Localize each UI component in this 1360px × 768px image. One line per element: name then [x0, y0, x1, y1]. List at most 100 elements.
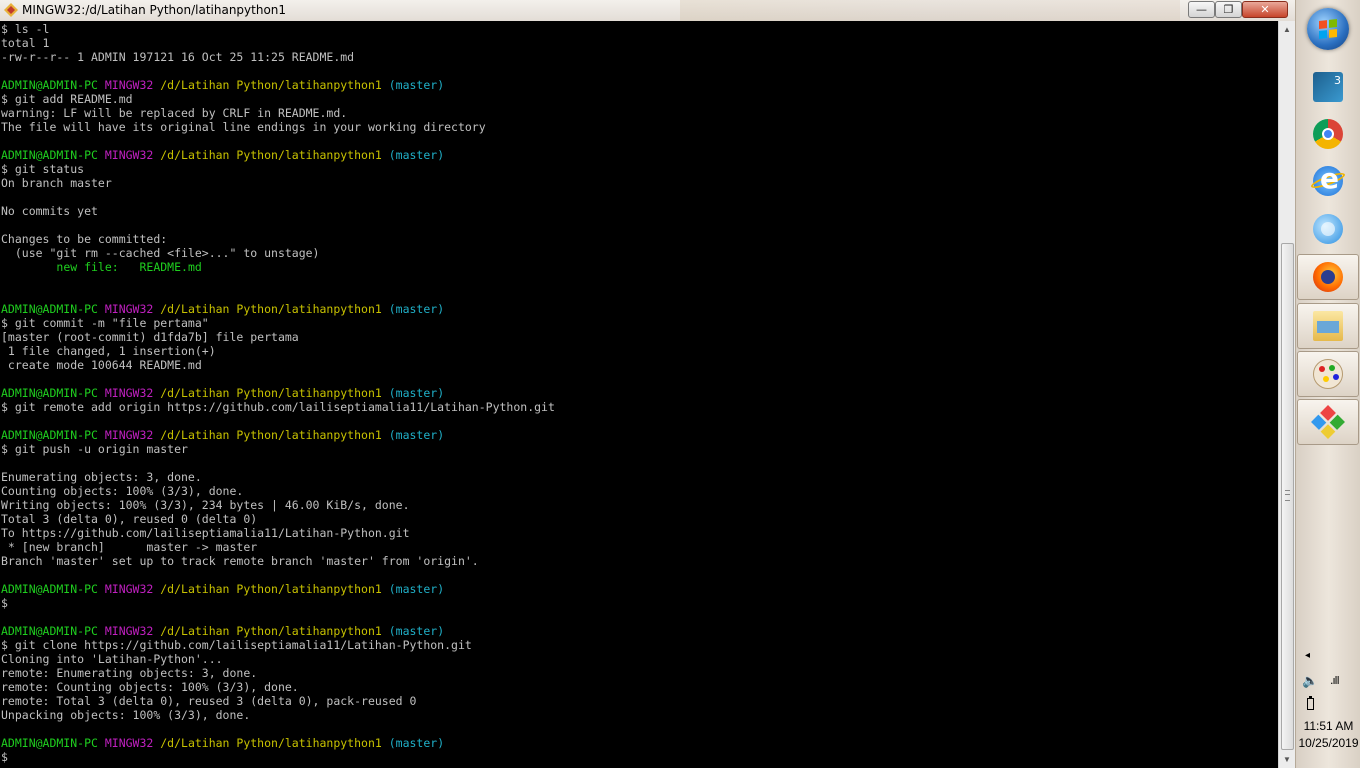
terminal-path-text: /d/Latihan Python/latihanpython1 — [160, 428, 389, 442]
terminal-text: Writing objects: 100% (3/3), 234 bytes |… — [1, 498, 410, 512]
terminal-text: $ git clone https://github.com/lailisept… — [1, 638, 472, 652]
network-icon[interactable]: .ıll — [1330, 674, 1340, 687]
terminal-path-text: /d/Latihan Python/latihanpython1 — [160, 302, 389, 316]
scroll-thumb[interactable] — [1281, 243, 1294, 750]
terminal-text: [master (root-commit) d1fda7b] file pert… — [1, 330, 299, 344]
file-explorer-icon — [1313, 311, 1343, 341]
terminal-text: To https://github.com/lailiseptiamalia11… — [1, 526, 410, 540]
taskbar-item-firefox[interactable] — [1297, 254, 1359, 300]
terminal-line: Changes to be committed: — [1, 232, 555, 246]
game-icon — [1313, 72, 1343, 102]
terminal-text: Branch 'master' set up to track remote b… — [1, 554, 479, 568]
maximize-button[interactable]: ❐ — [1215, 1, 1242, 18]
terminal-line: -rw-r--r-- 1 ADMIN 197121 16 Oct 25 11:2… — [1, 50, 555, 64]
start-button[interactable] — [1307, 8, 1349, 50]
window-title: MINGW32:/d/Latihan Python/latihanpython1 — [22, 3, 287, 17]
taskbar-item-chrome[interactable] — [1297, 111, 1359, 157]
terminal-text: $ git push -u origin master — [1, 442, 188, 456]
terminal-branch-text: (master) — [388, 736, 445, 750]
terminal-user-text: ADMIN@ADMIN-PC — [1, 302, 105, 316]
show-hidden-icons-arrow-icon[interactable]: ◂ — [1305, 650, 1310, 661]
terminal-user-text: ADMIN@ADMIN-PC — [1, 148, 105, 162]
terminal-line: ADMIN@ADMIN-PC MINGW32 /d/Latihan Python… — [1, 736, 555, 750]
terminal-text: (use "git rm --cached <file>..." to unst… — [1, 246, 320, 260]
terminal-branch-text: (master) — [388, 582, 445, 596]
terminal-text: $ git add README.md — [1, 92, 133, 106]
internet-explorer-icon — [1313, 162, 1343, 196]
chrome-icon — [1313, 119, 1343, 149]
terminal-text: On branch master — [1, 176, 112, 190]
taskbar: ◂ 🔈 .ıll 11:51 AM 10/25/2019 — [1295, 0, 1360, 768]
taskbar-item-paint[interactable] — [1297, 351, 1359, 397]
taskbar-item-git[interactable] — [1297, 399, 1359, 445]
terminal-text: * [new branch] master -> master — [1, 540, 258, 554]
taskbar-item-internet-explorer[interactable] — [1297, 158, 1359, 204]
terminal-path-text: /d/Latihan Python/latihanpython1 — [160, 386, 389, 400]
terminal-text: Changes to be committed: — [1, 232, 168, 246]
terminal-path-text: /d/Latihan Python/latihanpython1 — [160, 582, 389, 596]
terminal-text: $ — [1, 596, 8, 610]
terminal-line: The file will have its original line end… — [1, 120, 555, 134]
vertical-scrollbar[interactable]: ▲ ▼ — [1278, 21, 1295, 768]
terminal-line: remote: Total 3 (delta 0), reused 3 (del… — [1, 694, 555, 708]
terminal-green-text: new file: README.md — [56, 260, 202, 274]
terminal-user-text: ADMIN@ADMIN-PC — [1, 736, 105, 750]
terminal-text: remote: Total 3 (delta 0), reused 3 (del… — [1, 694, 417, 708]
terminal-branch-text: (master) — [388, 302, 445, 316]
terminal-line: remote: Enumerating objects: 3, done. — [1, 666, 555, 680]
taskbar-item-thunderbird[interactable] — [1297, 206, 1359, 252]
terminal-user-text: ADMIN@ADMIN-PC — [1, 624, 105, 638]
close-button[interactable]: ✕ — [1242, 1, 1288, 18]
terminal-lines: $ ls -l total 1 -rw-r--r-- 1 ADMIN 197121 … — [1, 22, 555, 764]
window-title-bar[interactable]: MINGW32:/d/Latihan Python/latihanpython1… — [0, 0, 1295, 22]
terminal-output[interactable]: $ ls -l total 1 -rw-r--r-- 1 ADMIN 197121 … — [0, 21, 1278, 768]
terminal-user-text: ADMIN@ADMIN-PC — [1, 428, 105, 442]
terminal-text: warning: LF will be replaced by CRLF in … — [1, 106, 348, 120]
firefox-icon — [1313, 262, 1343, 292]
terminal-line: $ ls -l — [1, 22, 555, 36]
scroll-down-button[interactable]: ▼ — [1279, 751, 1295, 768]
terminal-line: new file: README.md — [1, 260, 555, 274]
terminal-line: 1 file changed, 1 insertion(+) — [1, 344, 555, 358]
terminal-line: ADMIN@ADMIN-PC MINGW32 /d/Latihan Python… — [1, 386, 555, 400]
terminal-line: ADMIN@ADMIN-PC MINGW32 /d/Latihan Python… — [1, 582, 555, 596]
paint-icon — [1313, 359, 1343, 389]
terminal-line: $ git push -u origin master — [1, 442, 555, 456]
clock-time[interactable]: 11:51 AM — [1296, 719, 1360, 733]
terminal-branch-text: (master) — [388, 386, 445, 400]
scroll-up-button[interactable]: ▲ — [1279, 21, 1295, 38]
terminal-text: $ git remote add origin https://github.c… — [1, 400, 555, 414]
terminal-mingw-text: MINGW32 — [104, 148, 161, 162]
terminal-line: Branch 'master' set up to track remote b… — [1, 554, 555, 568]
git-bash-app-icon — [4, 3, 18, 17]
volume-icon[interactable]: 🔈 — [1302, 674, 1318, 689]
taskbar-item-game[interactable] — [1297, 64, 1359, 110]
terminal-line: warning: LF will be replaced by CRLF in … — [1, 106, 555, 120]
clock-date[interactable]: 10/25/2019 — [1296, 736, 1360, 750]
terminal-mingw-text: MINGW32 — [104, 582, 161, 596]
terminal-text: $ ls -l — [1, 22, 50, 36]
terminal-mingw-text: MINGW32 — [104, 736, 161, 750]
battery-icon[interactable] — [1307, 696, 1314, 710]
terminal-mingw-text: MINGW32 — [104, 302, 161, 316]
taskbar-item-file-explorer[interactable] — [1297, 303, 1359, 349]
thunderbird-icon — [1313, 214, 1343, 244]
terminal-text: Enumerating objects: 3, done. — [1, 470, 202, 484]
terminal-branch-text: (master) — [388, 148, 445, 162]
minimize-button[interactable]: — — [1188, 1, 1215, 18]
terminal-line: Writing objects: 100% (3/3), 234 bytes |… — [1, 498, 555, 512]
terminal-line: [master (root-commit) d1fda7b] file pert… — [1, 330, 555, 344]
terminal-line: No commits yet — [1, 204, 555, 218]
terminal-path-text: /d/Latihan Python/latihanpython1 — [160, 148, 389, 162]
terminal-line: $ git clone https://github.com/lailisept… — [1, 638, 555, 652]
terminal-mingw-text: MINGW32 — [104, 428, 161, 442]
terminal-path-text: /d/Latihan Python/latihanpython1 — [160, 78, 389, 92]
terminal-line: Cloning into 'Latihan-Python'... — [1, 652, 555, 666]
